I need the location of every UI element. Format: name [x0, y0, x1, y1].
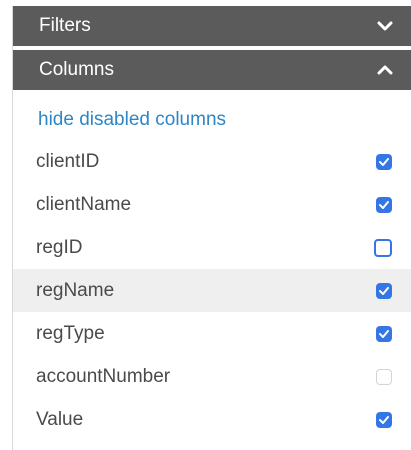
column-checkbox[interactable]: [376, 325, 392, 342]
column-label: regName: [36, 279, 115, 301]
column-checkbox[interactable]: [376, 153, 392, 170]
column-row-accountNumber[interactable]: accountNumber: [13, 355, 411, 398]
chevron-down-icon: [376, 17, 394, 35]
column-checkbox[interactable]: [376, 368, 392, 385]
column-chooser-panel: Filters Columns hide disabled columns cl…: [12, 6, 411, 450]
column-row-clientID[interactable]: clientID: [13, 140, 411, 183]
column-row-Value[interactable]: Value: [13, 398, 411, 441]
column-label: accountNumber: [36, 365, 171, 387]
columns-section-header[interactable]: Columns: [13, 50, 411, 90]
column-checkbox[interactable]: [376, 411, 392, 428]
column-row-clientName[interactable]: clientName: [13, 183, 411, 226]
filters-section-header[interactable]: Filters: [13, 6, 411, 46]
column-label: Value: [36, 408, 84, 430]
column-label: regID: [36, 236, 83, 258]
columns-label: Columns: [39, 59, 114, 80]
column-label: clientID: [36, 150, 100, 172]
columns-list: hide disabled columns clientID clientNam…: [13, 100, 411, 441]
filters-label: Filters: [39, 15, 91, 36]
column-checkbox[interactable]: [376, 282, 392, 299]
column-checkbox[interactable]: [376, 196, 392, 213]
column-row-regType[interactable]: regType: [13, 312, 411, 355]
column-row-regID[interactable]: regID: [13, 226, 411, 269]
column-checkbox[interactable]: [374, 238, 392, 257]
column-label: clientName: [36, 193, 132, 215]
chevron-up-icon: [376, 61, 394, 79]
column-row-regName[interactable]: regName: [13, 269, 411, 312]
column-label: regType: [36, 322, 105, 344]
hide-disabled-columns-link[interactable]: hide disabled columns: [13, 100, 411, 140]
